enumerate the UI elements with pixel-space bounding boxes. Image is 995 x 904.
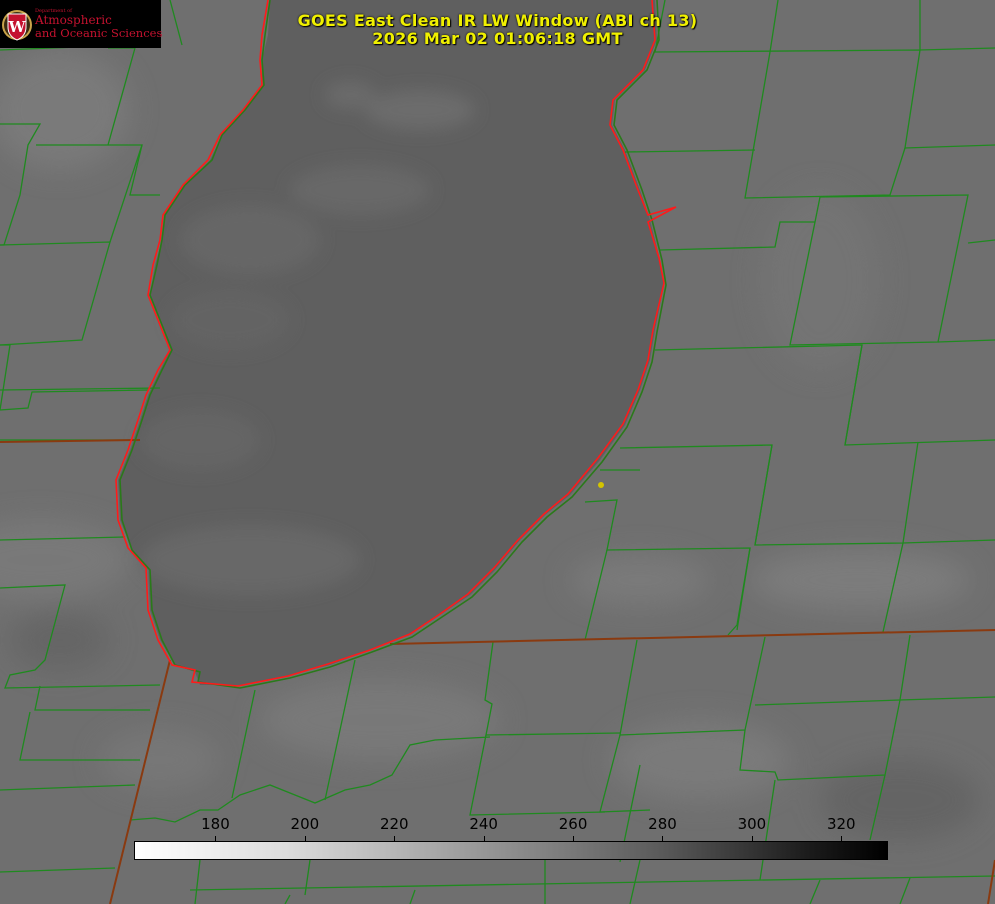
logo-line-2: and Oceanic Sciences: [35, 26, 163, 40]
colorbar-tick-mark: [841, 836, 843, 842]
colorbar-tick-mark: [751, 836, 753, 842]
colorbar-tick-label: 220: [379, 815, 409, 833]
aos-logo: W Department of Atmospheric and Oceanic …: [0, 0, 163, 48]
colorbar-tick-label: 260: [558, 815, 588, 833]
colorbar-tick-label: 180: [201, 815, 230, 833]
satellite-map: [0, 0, 995, 904]
uw-crest-icon: W: [2, 10, 32, 41]
colorbar-tick-label: 320: [826, 815, 856, 833]
logo-line-1: Atmospheric: [35, 13, 112, 27]
colorbar-tick-mark: [215, 836, 217, 842]
colorbar-tick-label: 300: [737, 815, 767, 833]
colorbar-tick-mark: [483, 836, 485, 842]
colorbar-tick-mark: [662, 836, 664, 842]
colorbar-tick-mark: [304, 836, 306, 842]
location-marker: [598, 482, 604, 488]
colorbar-tick-label: 200: [290, 815, 320, 833]
temperature-colorbar: [134, 841, 888, 860]
colorbar-tick-label: 240: [469, 815, 498, 833]
colorbar-tick-label: 280: [648, 815, 677, 833]
crest-letter: W: [8, 18, 27, 36]
colorbar-tick-mark: [394, 836, 396, 842]
colorbar-tick-mark: [573, 836, 575, 842]
